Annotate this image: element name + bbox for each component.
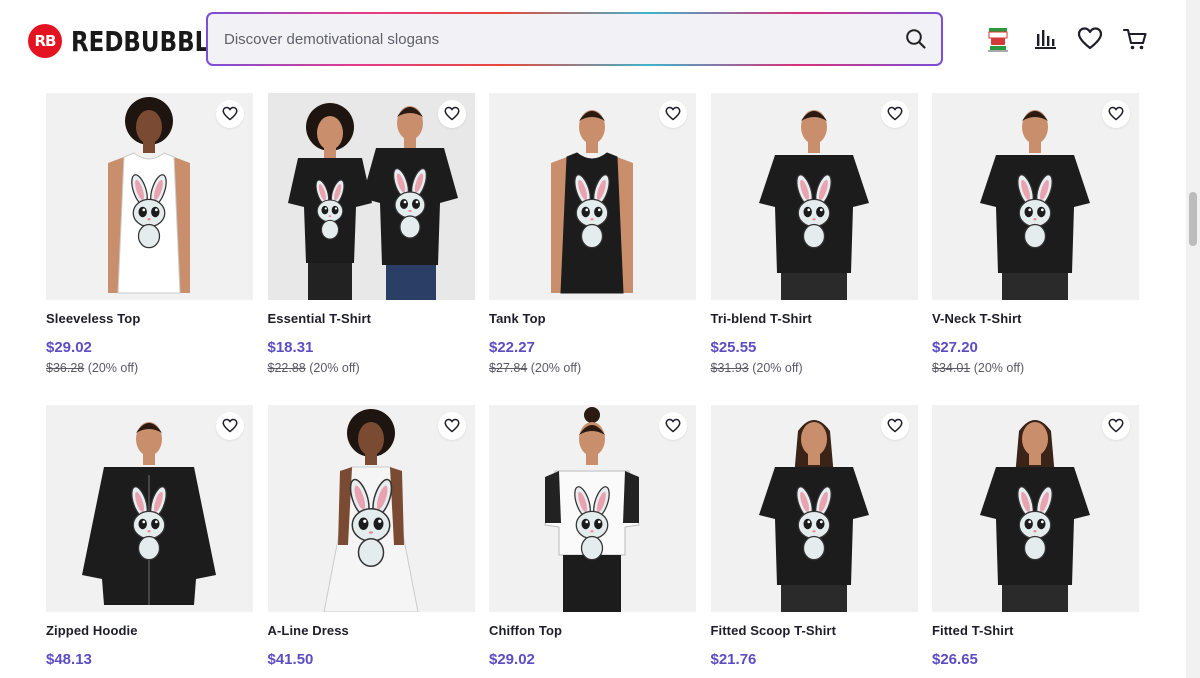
- discount-label: (20% off): [527, 361, 582, 375]
- product-image[interactable]: [46, 93, 253, 300]
- product-name[interactable]: Tri-blend T-Shirt: [711, 311, 918, 326]
- product-price: $29.02: [489, 651, 535, 668]
- product-name[interactable]: Zipped Hoodie: [46, 623, 253, 638]
- product-name[interactable]: Tank Top: [489, 311, 696, 326]
- discount-label: (20% off): [970, 361, 1025, 375]
- heart-icon[interactable]: [880, 412, 909, 440]
- original-price-row: $36.28 (20% off): [46, 361, 253, 375]
- product-image[interactable]: [267, 405, 475, 612]
- cart-icon[interactable]: [1122, 26, 1148, 52]
- product-card[interactable]: V-Neck T-Shirt $27.20 $34.01 (20% off): [932, 93, 1139, 375]
- product-name[interactable]: Sleeveless Top: [46, 311, 253, 326]
- product-name[interactable]: Fitted Scoop T-Shirt: [711, 623, 918, 638]
- product-price: $41.50: [267, 651, 314, 668]
- product-name[interactable]: Essential T-Shirt: [268, 311, 475, 326]
- product-price: $29.02: [46, 339, 92, 356]
- product-name[interactable]: Fitted T-Shirt: [932, 623, 1139, 638]
- product-image[interactable]: [267, 93, 475, 300]
- original-price: $31.93: [710, 361, 749, 375]
- discount-label: (20% off): [748, 361, 803, 375]
- product-price: $18.31: [267, 339, 314, 356]
- site-header: RB REDBUBBLE: [0, 0, 1200, 80]
- product-image[interactable]: [489, 93, 696, 300]
- product-card[interactable]: Essential T-Shirt $18.31 $22.88 (20% off): [267, 93, 475, 375]
- product-name[interactable]: V-Neck T-Shirt: [932, 311, 1139, 326]
- original-price-row: $22.88 (20% off): [268, 361, 475, 375]
- product-image[interactable]: [710, 405, 918, 612]
- product-image[interactable]: [932, 405, 1139, 612]
- product-name[interactable]: Chiffon Top: [489, 623, 696, 638]
- original-price: $36.28: [46, 361, 85, 375]
- heart-icon[interactable]: [659, 100, 687, 128]
- page-scrollbar[interactable]: [1186, 0, 1200, 678]
- discount-label: (20% off): [305, 361, 360, 375]
- product-image[interactable]: [710, 93, 918, 300]
- flag-icon[interactable]: [985, 26, 1011, 52]
- discount-label: (20% off): [84, 361, 139, 375]
- heart-icon[interactable]: [437, 412, 466, 440]
- product-card[interactable]: Fitted Scoop T-Shirt $21.76: [710, 405, 918, 668]
- product-card[interactable]: Tri-blend T-Shirt $25.55 $31.93 (20% off): [710, 93, 918, 375]
- heart-icon[interactable]: [880, 100, 909, 128]
- artist-dashboard-icon[interactable]: [1032, 26, 1058, 52]
- original-price: $34.01: [932, 361, 971, 375]
- product-card[interactable]: Fitted T-Shirt $26.65: [932, 405, 1139, 668]
- product-image[interactable]: [932, 93, 1139, 300]
- heart-icon[interactable]: [437, 100, 466, 128]
- product-price: $21.76: [710, 651, 757, 668]
- product-card[interactable]: Tank Top $22.27 $27.84 (20% off): [489, 93, 696, 375]
- original-price: $27.84: [489, 361, 528, 375]
- product-card[interactable]: Zipped Hoodie $48.13: [46, 405, 253, 668]
- product-card[interactable]: A-Line Dress $41.50: [267, 405, 475, 668]
- heart-icon[interactable]: [1102, 412, 1130, 440]
- product-image[interactable]: [46, 405, 253, 612]
- product-price: $26.65: [932, 651, 978, 668]
- product-price: $25.55: [710, 339, 757, 356]
- heart-icon[interactable]: [659, 412, 687, 440]
- product-card[interactable]: Sleeveless Top $29.02 $36.28 (20% off): [46, 93, 253, 375]
- heart-icon[interactable]: [216, 100, 244, 128]
- product-image[interactable]: [489, 405, 696, 612]
- product-name[interactable]: A-Line Dress: [268, 623, 475, 638]
- product-price: $27.20: [932, 339, 978, 356]
- product-price: $22.27: [489, 339, 535, 356]
- product-card[interactable]: Chiffon Top $29.02: [489, 405, 696, 668]
- product-price: $48.13: [46, 651, 92, 668]
- original-price-row: $34.01 (20% off): [932, 361, 1139, 375]
- original-price: $22.88: [267, 361, 306, 375]
- original-price-row: $31.93 (20% off): [711, 361, 918, 375]
- favorites-heart-icon[interactable]: [1077, 26, 1103, 52]
- heart-icon[interactable]: [216, 412, 244, 440]
- original-price-row: $27.84 (20% off): [489, 361, 696, 375]
- scrollbar-thumb[interactable]: [1189, 192, 1197, 246]
- heart-icon[interactable]: [1102, 100, 1130, 128]
